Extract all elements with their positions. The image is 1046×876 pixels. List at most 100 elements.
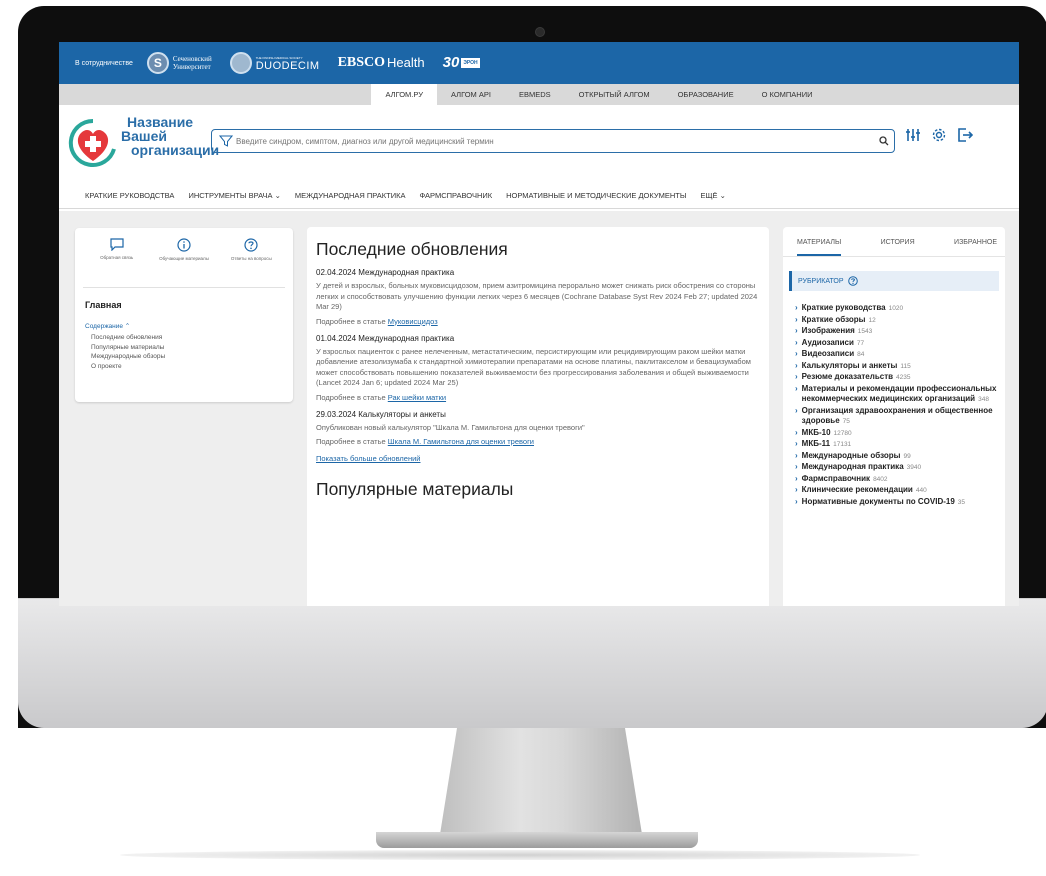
org-name: Название Вашей организации: [121, 115, 219, 157]
rubricator-item[interactable]: › Нормативные документы по COVID-19 35: [795, 497, 997, 509]
quick-link-feedback[interactable]: Обратная связь: [87, 238, 147, 287]
main-nav-intl[interactable]: МЕЖДУНАРОДНАЯ ПРАКТИКА: [295, 191, 406, 200]
partner-sechenov[interactable]: S Сеченовский Университет: [146, 52, 212, 74]
update-text: Опубликован новый калькулятор "Шкала М. …: [316, 422, 585, 432]
rubricator-item-text: Международные обзоры 99: [802, 451, 911, 463]
rubricator-item[interactable]: › Видеозаписи 84: [795, 349, 997, 361]
update-link[interactable]: Муковисцидоз: [388, 317, 438, 326]
rubricator-item-text: Фармсправочник 8402: [802, 474, 888, 486]
top-nav-about[interactable]: О КОМПАНИИ: [748, 84, 827, 105]
rubricator-item[interactable]: › Клинические рекомендации 440: [795, 485, 997, 497]
toc-item[interactable]: О проекте: [91, 362, 293, 372]
middle-panel: Последние обновления 02.04.2024 Междунар…: [307, 227, 769, 606]
rubricator-item-label: Организация здравоохранения и общественн…: [801, 405, 993, 426]
toc-item[interactable]: Последние обновления: [91, 333, 293, 343]
chevron-right-icon: ›: [795, 326, 798, 335]
rubricator-item-text: Изображения 1543: [802, 326, 873, 338]
partner-ebsco[interactable]: EBSCO Health: [338, 56, 425, 70]
org-name-line1: Название: [127, 114, 194, 130]
popular-title: Популярные материалы: [316, 479, 514, 499]
rubricator-item[interactable]: › Организация здравоохранения и обществен…: [795, 406, 997, 428]
show-more-link[interactable]: Показать больше обновлений: [316, 454, 769, 463]
tab-history[interactable]: ИСТОРИЯ: [881, 239, 915, 256]
thirty-number: 30: [442, 54, 460, 71]
rubricator-item[interactable]: › Международные обзоры 99: [795, 451, 997, 463]
screen: В сотрудничестве S Сеченовский Университ…: [59, 42, 1019, 606]
rubricator-item-count: 348: [978, 396, 989, 403]
update-link[interactable]: Шкала М. Гамильтона для оценки тревоги: [388, 437, 534, 446]
gear-icon[interactable]: [931, 127, 947, 148]
rubricator-item-count: 84: [857, 351, 865, 358]
rubricator-item-label: Международная практика: [801, 462, 904, 471]
top-nav-api[interactable]: АЛГОМ API: [437, 84, 505, 105]
rubricator-item[interactable]: › Калькуляторы и анкеты 115: [795, 361, 997, 373]
rubricator-item[interactable]: › Краткие руководства 1020: [795, 303, 997, 315]
top-nav-algom[interactable]: АЛГОМ.РУ: [371, 84, 437, 105]
main-nav-more[interactable]: ЕЩЁ ⌄: [700, 191, 725, 200]
toc-item[interactable]: Популярные материалы: [91, 343, 293, 353]
chevron-right-icon: ›: [795, 337, 798, 347]
update-link[interactable]: Рак шейки матки: [388, 393, 446, 402]
quick-link-faq[interactable]: Ответы на вопросы: [221, 238, 281, 287]
rubricator-item[interactable]: › МКБ-10 12780: [795, 428, 997, 440]
logout-icon[interactable]: [957, 127, 974, 148]
filter-icon[interactable]: [216, 134, 236, 148]
help-icon[interactable]: [847, 276, 858, 286]
rubricator-item[interactable]: › МКБ-11 17131: [795, 439, 997, 451]
rubricator-item[interactable]: › Аудиозаписи 77: [795, 338, 997, 350]
rubricator-item-label: Аудиозаписи: [801, 337, 854, 347]
tab-favorites[interactable]: ИЗБРАННОЕ: [954, 239, 997, 256]
rubricator-item-label: Видеозаписи: [801, 349, 855, 358]
top-nav-education[interactable]: ОБРАЗОВАНИЕ: [664, 84, 748, 105]
rubricator-item-label: Калькуляторы и анкеты: [801, 360, 898, 370]
search-input[interactable]: [236, 136, 874, 146]
update-more: Подробнее в статье Муковисцидоз: [316, 317, 769, 326]
toc-toggle[interactable]: Содержание ⌃: [85, 322, 293, 330]
top-nav-open[interactable]: ОТКРЫТЫЙ АЛГОМ: [565, 84, 664, 105]
top-nav-ebmeds[interactable]: EBMEDS: [505, 84, 565, 105]
rubricator-item[interactable]: › Изображения 1543: [795, 326, 997, 338]
rubricator-item[interactable]: › Фармсправочник 8402: [795, 474, 997, 486]
toc-item[interactable]: Международные обзоры: [91, 352, 293, 362]
update-more: Подробнее в статье Шкала М. Гамильтона д…: [316, 437, 769, 446]
rubricator-item[interactable]: › Краткие обзоры 12: [795, 315, 997, 327]
main-nav-docs[interactable]: НОРМАТИВНЫЕ И МЕТОДИЧЕСКИЕ ДОКУМЕНТЫ: [506, 191, 686, 200]
update-more-prefix: Подробнее в статье: [316, 316, 388, 326]
update-text: У взрослых пациенток с ранее нелеченным,…: [316, 346, 751, 388]
rubricator-item[interactable]: › Материалы и рекомендации профессиональн…: [795, 384, 997, 406]
partner-30[interactable]: 30 ЭРОН: [442, 54, 480, 71]
main-nav-tools[interactable]: ИНСТРУМЕНТЫ ВРАЧА ⌄: [188, 191, 280, 200]
rubricator-item-label: Краткие обзоры: [801, 314, 866, 324]
page-title: Последние обновления: [316, 239, 508, 259]
org-name-line2: Вашей: [121, 128, 167, 144]
chevron-right-icon: ›: [795, 496, 798, 506]
main-nav-guides[interactable]: КРАТКИЕ РУКОВОДСТВА: [85, 191, 174, 200]
duodecim-name: DUODECIM: [255, 60, 320, 72]
sechenov-logo-icon: S: [146, 52, 169, 74]
thirty-tag: ЭРОН: [461, 58, 480, 68]
rubricator-item-text: Материалы и рекомендации профессиональны…: [802, 384, 997, 406]
main-nav-pharma[interactable]: ФАРМСПРАВОЧНИК: [420, 191, 493, 200]
rubricator-item-count: 17131: [833, 441, 852, 448]
update-date: 01.04.2024 Международная практика: [316, 333, 455, 343]
rubricator-item-count: 1020: [888, 305, 904, 312]
quick-link-training[interactable]: Обучающие материалы: [154, 238, 214, 287]
org-name-line3: организации: [131, 142, 220, 158]
rubricator-item-count: 35: [957, 498, 966, 506]
tab-materials[interactable]: МАТЕРИАЛЫ: [797, 239, 842, 256]
rubricator-item[interactable]: › Резюме доказательств 4235: [795, 372, 997, 384]
right-panel: МАТЕРИАЛЫ ИСТОРИЯ ИЗБРАННОЕ РУБРИКАТОР ›…: [783, 227, 1005, 606]
rubricator-item-text: Международная практика 3940: [802, 462, 921, 474]
search-icon[interactable]: [874, 136, 894, 146]
settings-sliders-icon[interactable]: [905, 127, 921, 148]
quick-link-faq-label: Ответы на вопросы: [230, 256, 272, 261]
sechenov-line1: Сеченовский: [172, 55, 212, 63]
chevron-right-icon: ›: [795, 360, 798, 370]
left-title: Главная: [85, 300, 122, 310]
partner-bar: В сотрудничестве S Сеченовский Университ…: [59, 42, 1019, 84]
org-logo-icon[interactable]: [67, 117, 119, 169]
partner-label: В сотрудничестве: [75, 59, 133, 67]
rubricator-item[interactable]: › Международная практика 3940: [795, 462, 997, 474]
partner-duodecim[interactable]: THE FINNISH MEDICAL SOCIETY DUODECIM: [229, 52, 320, 74]
question-icon: [244, 238, 258, 252]
